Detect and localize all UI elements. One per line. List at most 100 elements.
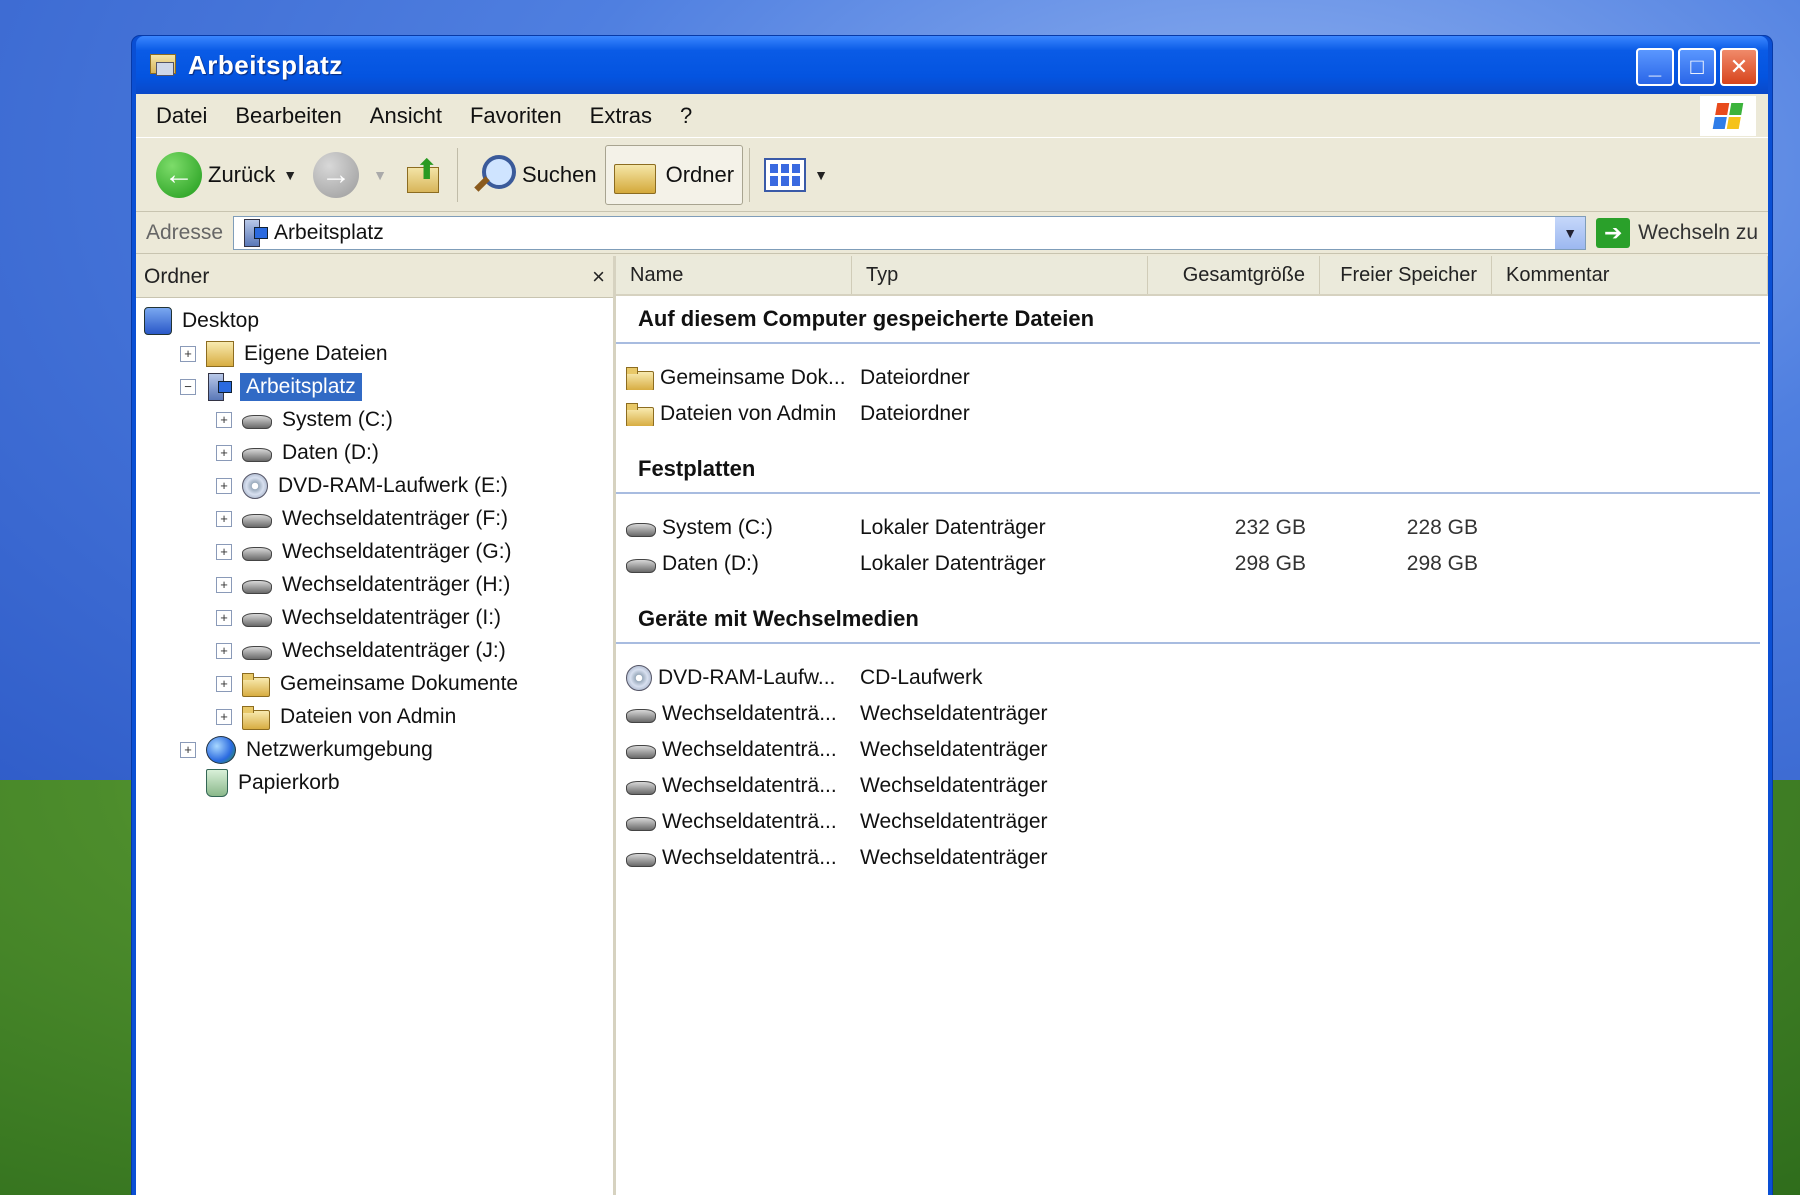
tree-item[interactable]: Papierkorb — [136, 766, 613, 799]
list-item-name-cell: Wechseldatenträ... — [616, 774, 852, 798]
back-dropdown-icon[interactable]: ▼ — [283, 167, 297, 183]
list-item[interactable]: Gemeinsame Dok... Dateiordner — [616, 360, 1768, 396]
list-item[interactable]: Wechseldatenträ... Wechseldatenträger — [616, 840, 1768, 876]
list-item[interactable]: DVD-RAM-Laufw... CD-Laufwerk — [616, 660, 1768, 696]
menu-bearbeiten[interactable]: Bearbeiten — [221, 103, 355, 129]
tree-item-label: Desktop — [182, 308, 260, 332]
forward-dropdown-icon[interactable]: ▼ — [373, 167, 387, 183]
column-header-free-space[interactable]: Freier Speicher — [1320, 256, 1492, 294]
close-icon[interactable]: × — [592, 264, 605, 290]
folder-icon — [242, 672, 270, 697]
expand-icon[interactable]: + — [216, 444, 232, 461]
forward-button[interactable]: → ▼ — [305, 145, 395, 205]
tree-item[interactable]: Desktop — [136, 304, 613, 337]
group-title: Geräte mit Wechselmedien — [616, 596, 1760, 644]
tree-item-label: Wechseldatenträger (J:) — [282, 638, 506, 662]
expand-icon[interactable]: + — [216, 543, 232, 560]
list-item[interactable]: Wechseldatenträ... Wechseldatenträger — [616, 804, 1768, 840]
list-item-type: Lokaler Datenträger — [860, 552, 1046, 575]
expand-icon[interactable]: + — [216, 477, 232, 494]
tree-item[interactable]: + Wechseldatenträger (I:) — [136, 601, 613, 634]
tree-item[interactable]: + Wechseldatenträger (G:) — [136, 535, 613, 568]
expand-icon[interactable]: + — [216, 642, 232, 659]
tree-item-label: System (C:) — [282, 407, 393, 431]
menu-datei[interactable]: Datei — [142, 103, 221, 129]
minimize-button[interactable]: _ — [1636, 48, 1674, 86]
list-item-name-cell: Wechseldatenträ... — [616, 702, 852, 726]
menu-help[interactable]: ? — [666, 103, 706, 129]
address-dropdown-icon[interactable]: ▼ — [1555, 216, 1586, 249]
column-header-total-size[interactable]: Gesamtgröße — [1148, 256, 1320, 294]
cd-drive-icon — [626, 665, 652, 691]
tree-item[interactable]: + DVD-RAM-Laufwerk (E:) — [136, 469, 613, 502]
drive-icon — [242, 511, 272, 528]
expand-icon[interactable]: + — [216, 411, 232, 428]
list-item[interactable]: Wechseldatenträ... Wechseldatenträger — [616, 768, 1768, 804]
column-header-comment[interactable]: Kommentar — [1492, 256, 1768, 294]
window-controls: _ □ ✕ — [1636, 48, 1758, 86]
address-input[interactable]: Arbeitsplatz ▼ — [233, 215, 1587, 250]
tree-item[interactable]: + Gemeinsame Dokumente — [136, 667, 613, 700]
list-item[interactable]: Wechseldatenträ... Wechseldatenträger — [616, 696, 1768, 732]
expand-icon[interactable]: + — [180, 345, 196, 362]
views-button[interactable]: ▼ — [756, 145, 836, 205]
list-item-name-cell: Dateien von Admin — [616, 402, 852, 426]
toolbar-separator — [456, 147, 458, 202]
search-button[interactable]: Suchen — [464, 145, 605, 205]
tree-item[interactable]: + Wechseldatenträger (J:) — [136, 634, 613, 667]
expand-icon[interactable]: + — [180, 741, 196, 758]
column-header-name[interactable]: Name — [616, 256, 852, 294]
tree-item-label: Arbeitsplatz — [240, 372, 362, 401]
network-icon — [206, 735, 236, 764]
list-item-type: Dateiordner — [860, 402, 970, 425]
list-item[interactable]: Wechseldatenträ... Wechseldatenträger — [616, 732, 1768, 768]
file-group: Geräte mit Wechselmedien DVD-RAM-Laufw...… — [616, 596, 1768, 876]
group-title: Festplatten — [616, 446, 1760, 494]
list-item[interactable]: Daten (D:) Lokaler Datenträger 298 GB 298 G… — [616, 546, 1768, 582]
group-rows: System (C:) Lokaler Datenträger 232 GB 228 … — [616, 494, 1768, 582]
title-bar[interactable]: Arbeitsplatz _ □ ✕ — [136, 36, 1768, 94]
tree-item-label: DVD-RAM-Laufwerk (E:) — [278, 473, 508, 497]
list-item-name: DVD-RAM-Laufw... — [658, 666, 836, 689]
back-arrow-icon: ← — [156, 151, 202, 198]
column-header-type[interactable]: Typ — [852, 256, 1148, 294]
folder-tree-title: Ordner — [144, 264, 210, 288]
tree-item[interactable]: + System (C:) — [136, 403, 613, 436]
tree-item[interactable]: + Eigene Dateien — [136, 337, 613, 370]
list-item-total-size: 232 GB — [1234, 516, 1306, 539]
menu-ansicht[interactable]: Ansicht — [356, 103, 456, 129]
list-item[interactable]: Dateien von Admin Dateiordner — [616, 396, 1768, 432]
menu-favoriten[interactable]: Favoriten — [456, 103, 576, 129]
collapse-icon[interactable]: − — [180, 378, 196, 395]
expand-icon[interactable]: + — [216, 576, 232, 593]
menu-extras[interactable]: Extras — [576, 103, 666, 129]
maximize-button[interactable]: □ — [1678, 48, 1716, 86]
tree-item[interactable]: + Wechseldatenträger (F:) — [136, 502, 613, 535]
up-button[interactable] — [395, 145, 451, 205]
list-item-type: Wechseldatenträger — [860, 774, 1048, 797]
tree-item[interactable]: − Arbeitsplatz — [136, 370, 613, 403]
explorer-window: Arbeitsplatz _ □ ✕ Datei Bearbeiten Ansi… — [132, 36, 1772, 1195]
expand-icon[interactable]: + — [216, 609, 232, 626]
drive-icon — [242, 643, 272, 660]
tree-item-label: Daten (D:) — [282, 440, 379, 464]
expand-icon[interactable]: + — [216, 675, 232, 692]
list-item-name-cell: Wechseldatenträ... — [616, 810, 852, 834]
list-item-name-cell: Wechseldatenträ... — [616, 738, 852, 762]
tree-item[interactable]: + Wechseldatenträger (H:) — [136, 568, 613, 601]
tree-item[interactable]: + Dateien von Admin — [136, 700, 613, 733]
expand-icon[interactable]: + — [216, 510, 232, 527]
back-button[interactable]: ← Zurück ▼ — [148, 145, 305, 205]
back-label: Zurück — [208, 161, 276, 187]
close-button[interactable]: ✕ — [1720, 48, 1758, 86]
tree-item[interactable]: + Daten (D:) — [136, 436, 613, 469]
expand-icon[interactable]: + — [216, 708, 232, 725]
folders-button[interactable]: Ordner — [604, 144, 744, 205]
views-dropdown-icon[interactable]: ▼ — [814, 167, 828, 183]
address-value: Arbeitsplatz — [274, 220, 384, 244]
go-button[interactable]: ➔ Wechseln zu — [1586, 217, 1768, 248]
drive-icon — [242, 544, 272, 561]
tree-item[interactable]: + Netzwerkumgebung — [136, 733, 613, 766]
list-item[interactable]: System (C:) Lokaler Datenträger 232 GB 228 … — [616, 510, 1768, 546]
drive-icon — [242, 445, 272, 462]
